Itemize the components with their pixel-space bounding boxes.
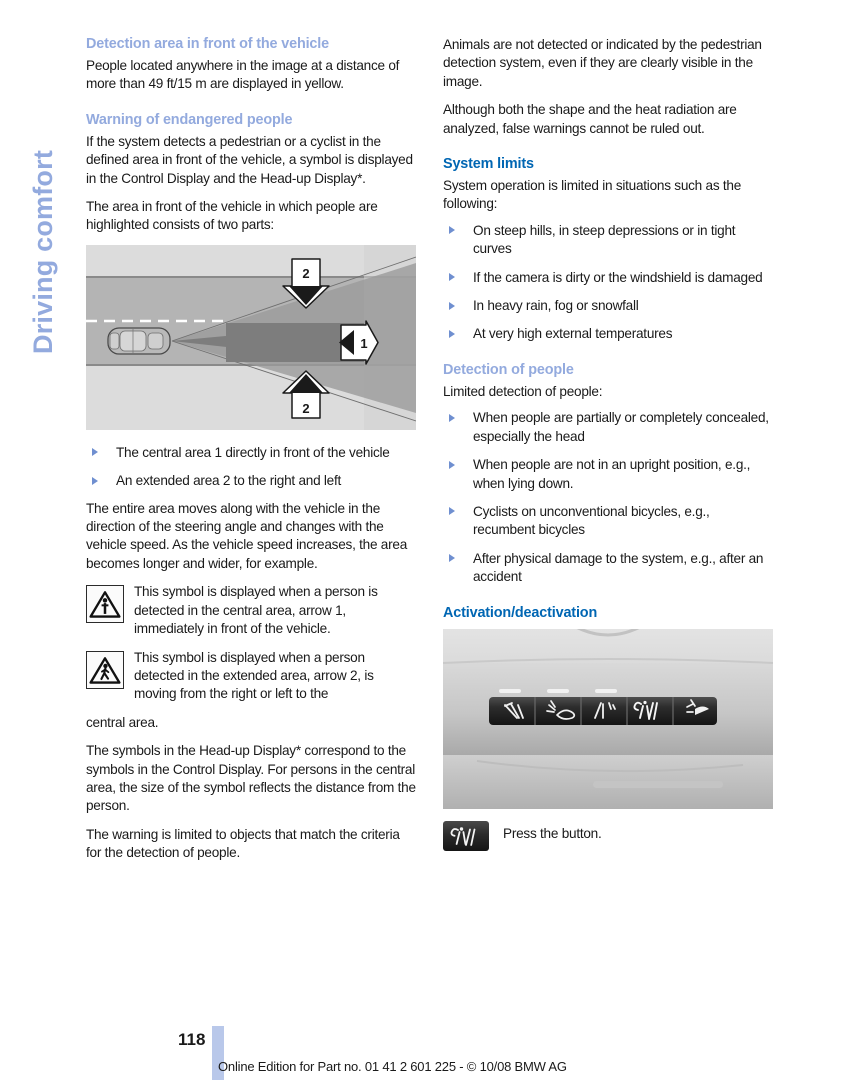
callout-label-2-top: 2 — [302, 266, 309, 281]
list-item: In heavy rain, fog or snowfall — [443, 297, 773, 315]
manual-page: Driving comfort Detection area in front … — [0, 0, 849, 1081]
symbol-central-text: This symbol is displayed when a person i… — [134, 584, 378, 637]
vehicle-icon — [107, 327, 171, 355]
heading-activation-deactivation: Activation/deactivation — [443, 604, 598, 621]
pedestrian-warning-triangle-walking-icon — [86, 650, 124, 689]
list-item: On steep hills, in steep depressions or … — [443, 222, 773, 259]
bullet-triangle-icon — [449, 273, 455, 282]
pedestrian-beam-icon — [450, 826, 476, 846]
list-item: At very high external temperatures — [443, 325, 773, 343]
list-item-label: On steep hills, in steep depressions or … — [473, 222, 736, 257]
heading-detection-area: Detection area in front of the vehicle — [86, 36, 329, 52]
bullet-triangle-icon — [449, 507, 455, 516]
list-item-label: After physical damage to the system, e.g… — [473, 550, 764, 585]
bullet-triangle-icon — [449, 554, 455, 563]
pedestrian-warning-triangle-standing-icon — [86, 585, 124, 624]
bullet-list-areas: The central area 1 directly in front of … — [86, 444, 416, 491]
list-item-label: The central area 1 directly in front of … — [116, 444, 390, 460]
list-item: When people are partially or completely … — [443, 409, 773, 446]
bullet-triangle-icon — [92, 476, 98, 485]
press-button-label: Press the button. — [503, 825, 602, 841]
symbol-block-extended: This symbol is displayed when a person d… — [86, 649, 416, 704]
paragraph-area-moves: The entire area moves along with the veh… — [86, 500, 408, 571]
console-button-strip — [489, 696, 717, 725]
symbol-block-central: This symbol is displayed when a person i… — [86, 583, 416, 638]
list-item-label: If the camera is dirty or the windshield… — [473, 269, 763, 285]
paragraph-warning-symbol: If the system detects a pedestrian or a … — [86, 133, 413, 186]
bullet-triangle-icon — [92, 448, 98, 457]
list-item-label: When people are not in an upright positi… — [473, 457, 751, 491]
symbol-extended-tail: central area. — [86, 714, 159, 730]
list-item-label: At very high external temperatures — [473, 326, 673, 342]
chapter-tab-label: Driving comfort — [28, 149, 58, 354]
paragraph-detection-of-people: Limited detection of people: — [443, 383, 603, 399]
detection-area-diagram: 1 2 2 — [86, 244, 416, 430]
callout-label-2-bottom: 2 — [302, 401, 309, 416]
list-item-label: Cyclists on unconventional bicycles, e.g… — [473, 503, 710, 538]
paragraph-detection-area: People located anywhere in the image at … — [86, 58, 400, 92]
list-item: Cyclists on unconventional bicycles, e.g… — [443, 503, 773, 540]
list-item: An extended area 2 to the right and left — [86, 472, 416, 490]
overhead-console-photo — [443, 628, 773, 809]
chapter-tab: Driving comfort — [20, 36, 66, 366]
bullet-triangle-icon — [449, 301, 455, 310]
page-number: 118 — [178, 1030, 206, 1049]
bullet-triangle-icon — [449, 329, 455, 338]
bullet-triangle-icon — [449, 226, 455, 235]
right-column: Animals are not detected or indicated by… — [443, 36, 773, 851]
list-item: When people are not in an upright positi… — [443, 456, 773, 493]
night-vision-button-icon[interactable] — [443, 820, 489, 851]
paragraph-shape-heat: Although both the shape and the heat rad… — [443, 102, 737, 136]
heading-warning-endangered: Warning of endangered people — [86, 111, 293, 128]
list-item: The central area 1 directly in front of … — [86, 444, 416, 462]
list-item: After physical damage to the system, e.g… — [443, 550, 773, 587]
symbol-extended-text: This symbol is displayed when a person d… — [134, 649, 374, 702]
list-item-label: An extended area 2 to the right and left — [116, 473, 342, 489]
list-item-label: In heavy rain, fog or snowfall — [473, 298, 639, 314]
paragraph-animals: Animals are not detected or indicated by… — [443, 37, 762, 89]
press-button-instruction: Press the button. — [443, 820, 773, 851]
bullet-list-detection-people: When people are partially or completely … — [443, 409, 773, 586]
bullet-triangle-icon — [449, 460, 455, 469]
paragraph-system-limits: System operation is limited in situation… — [443, 178, 742, 212]
paragraph-warning-criteria: The warning is limited to objects that m… — [86, 826, 400, 861]
list-item: If the camera is dirty or the windshield… — [443, 269, 773, 287]
callout-label-1: 1 — [360, 336, 367, 351]
paragraph-hud-symbols: The symbols in the Head-up Display* corr… — [86, 743, 416, 814]
bullet-triangle-icon — [449, 413, 455, 422]
heading-system-limits: System limits — [443, 156, 534, 173]
left-column: Detection area in front of the vehicle P… — [86, 36, 416, 873]
paragraph-area-two-parts: The area in front of the vehicle in whic… — [86, 199, 378, 233]
footer-note: Online Edition for Part no. 01 41 2 601 … — [218, 1059, 567, 1074]
bullet-list-system-limits: On steep hills, in steep depressions or … — [443, 222, 773, 344]
heading-detection-of-people: Detection of people — [443, 361, 574, 378]
list-item-label: When people are partially or completely … — [473, 410, 769, 444]
